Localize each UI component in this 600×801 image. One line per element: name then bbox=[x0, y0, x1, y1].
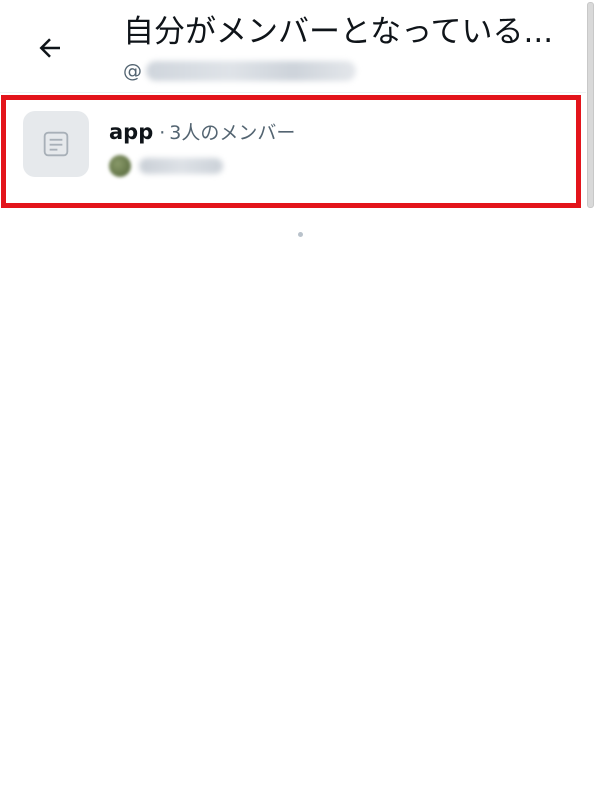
page-title: 自分がメンバーとなっている... bbox=[123, 14, 554, 50]
loading-indicator bbox=[298, 232, 303, 237]
arrow-left-icon bbox=[39, 38, 60, 58]
owner-avatar bbox=[109, 155, 131, 177]
list-member-count: 3人のメンバー bbox=[169, 122, 296, 144]
list-title-row: app · 3人のメンバー bbox=[109, 118, 295, 148]
list-avatar bbox=[23, 111, 89, 177]
account-handle: @ bbox=[123, 58, 356, 84]
top-header: 自分がメンバーとなっている... @ bbox=[0, 0, 586, 92]
handle-at-symbol: @ bbox=[123, 60, 142, 82]
back-button[interactable] bbox=[28, 26, 72, 70]
list-name: app bbox=[109, 120, 154, 144]
blurred-handle-text bbox=[146, 61, 356, 81]
scrollbar-thumb[interactable] bbox=[587, 2, 594, 208]
scrollbar[interactable] bbox=[587, 0, 598, 214]
list-separator: · bbox=[159, 122, 166, 144]
blurred-owner-name bbox=[139, 158, 223, 174]
list-item[interactable]: app · 3人のメンバー bbox=[0, 92, 582, 204]
lists-membership-screen: 自分がメンバーとなっている... @ app · 3人のメンバー bbox=[0, 0, 600, 801]
list-owner bbox=[109, 154, 223, 178]
list-document-icon bbox=[43, 131, 69, 157]
